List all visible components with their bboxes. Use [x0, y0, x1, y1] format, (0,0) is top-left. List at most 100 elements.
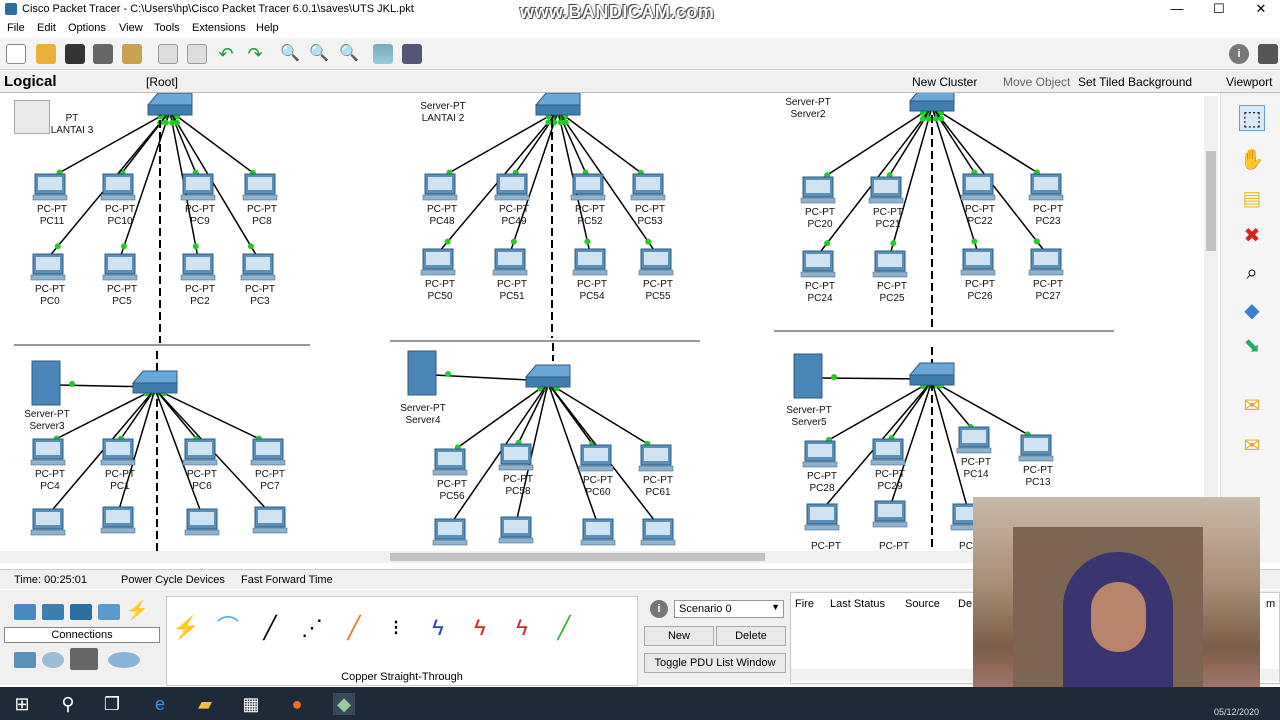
pc-device[interactable] [100, 173, 136, 201]
pc-device[interactable] [802, 440, 838, 468]
network-info-icon[interactable] [1258, 44, 1278, 64]
pc-device[interactable] [100, 506, 136, 534]
horizontal-scroll-thumb[interactable] [390, 553, 765, 561]
file-explorer-icon[interactable]: ▰ [194, 693, 216, 715]
zoom-in-icon[interactable]: 🔍 [280, 44, 300, 64]
pc-device[interactable] [494, 173, 530, 201]
column-fire[interactable]: Fire [795, 598, 814, 610]
pc-device[interactable] [578, 444, 614, 472]
pc-device[interactable] [250, 438, 286, 466]
network-topology[interactable]: PTLANTAI 3PC-PTPC11PC-PTPC10PC-PTPC9PC-P… [0, 93, 1220, 551]
phone-cable-icon[interactable]: ⁝ [379, 611, 413, 645]
logical-workspace[interactable]: PT LANTAI 3 PC-PT PC11 PC-PT PC10 PC-PT PC9 PC-P… [0, 93, 1220, 551]
vertical-scroll-thumb[interactable] [1206, 151, 1216, 251]
pc-device[interactable] [640, 518, 676, 546]
column-partial[interactable]: m [1266, 598, 1275, 610]
logical-tab[interactable]: Logical [4, 73, 57, 90]
draw-shape-icon[interactable]: ◆ [1239, 298, 1265, 324]
pc-device[interactable] [570, 173, 606, 201]
custom-devices-category-icon[interactable] [70, 648, 98, 670]
end-devices-category-icon[interactable] [14, 652, 36, 668]
root-breadcrumb[interactable]: [Root] [146, 75, 178, 89]
routers-category-icon[interactable] [14, 604, 36, 620]
delete-scenario-button[interactable]: Delete [716, 626, 786, 646]
pc-device[interactable] [32, 173, 68, 201]
fiber-cable-icon[interactable]: ╱ [337, 611, 371, 645]
paste-icon[interactable] [187, 44, 207, 64]
pc-device[interactable] [180, 173, 216, 201]
pc-device[interactable] [422, 173, 458, 201]
coaxial-cable-icon[interactable]: ϟ [421, 611, 455, 645]
pc-device[interactable] [868, 176, 904, 204]
fast-forward-button[interactable]: Fast Forward Time [241, 574, 333, 586]
menu-edit[interactable]: Edit [37, 22, 56, 34]
drawing-palette-icon[interactable] [373, 44, 393, 64]
pc-device[interactable] [240, 253, 276, 281]
pc-device[interactable] [180, 253, 216, 281]
pc-device[interactable] [242, 173, 278, 201]
menu-options[interactable]: Options [68, 22, 106, 34]
menu-file[interactable]: File [7, 22, 25, 34]
scenario-select[interactable]: Scenario 0 ▼ [674, 600, 784, 618]
pc-device[interactable] [960, 173, 996, 201]
store-icon[interactable]: ▦ [240, 693, 262, 715]
pc-device[interactable] [1028, 248, 1064, 276]
custom-devices-icon[interactable] [402, 44, 422, 64]
place-note-icon[interactable]: ▤ [1239, 186, 1265, 212]
toggle-pdu-list-button[interactable]: Toggle PDU List Window [644, 653, 786, 673]
copper-straight-through-icon[interactable]: ╱ [253, 611, 287, 645]
close-button[interactable]: ✕ [1238, 0, 1280, 19]
print-icon[interactable] [93, 44, 113, 64]
pc-device[interactable] [30, 508, 66, 536]
pc-device[interactable] [1028, 173, 1064, 201]
pc-device[interactable] [872, 500, 908, 528]
add-complex-pdu-icon[interactable]: ✉ [1239, 433, 1265, 459]
info-icon[interactable]: i [1229, 44, 1249, 64]
automatic-connection-icon[interactable]: ⚡ [169, 611, 203, 645]
menu-extensions[interactable]: Extensions [192, 22, 246, 34]
activity-wizard-icon[interactable] [122, 44, 142, 64]
pc-device[interactable] [420, 248, 456, 276]
pc-device[interactable] [580, 518, 616, 546]
console-cable-icon[interactable]: ⌒ [211, 611, 245, 645]
wan-emulation-category-icon[interactable] [42, 652, 64, 668]
search-icon[interactable]: ⚲ [57, 693, 79, 715]
hubs-category-icon[interactable] [70, 604, 92, 620]
undo-icon[interactable]: ↶ [216, 44, 236, 64]
menu-help[interactable]: Help [256, 22, 279, 34]
connections-category-icon[interactable]: ⚡ [126, 601, 148, 619]
serial-dce-icon[interactable]: ϟ [463, 611, 497, 645]
viewport-button[interactable]: Viewport [1226, 75, 1272, 89]
firefox-icon[interactable]: ● [286, 693, 308, 715]
set-tiled-background-button[interactable]: Set Tiled Background [1078, 75, 1192, 89]
cluster-icon[interactable] [14, 100, 50, 134]
resize-shape-icon[interactable]: ⬊ [1239, 333, 1265, 359]
pc-device[interactable] [30, 438, 66, 466]
zoom-reset-icon[interactable]: 🔍 [309, 44, 329, 64]
delete-icon[interactable]: ✖ [1239, 223, 1265, 249]
menu-tools[interactable]: Tools [154, 22, 180, 34]
connections-scrollbar[interactable] [167, 659, 637, 667]
add-simple-pdu-icon[interactable]: ✉ [1239, 393, 1265, 419]
zoom-out-icon[interactable]: 🔍 [339, 44, 359, 64]
copy-icon[interactable] [158, 44, 178, 64]
pc-device[interactable] [100, 438, 136, 466]
redo-icon[interactable]: ↷ [245, 44, 265, 64]
pc-device[interactable] [872, 250, 908, 278]
pc-device[interactable] [630, 173, 666, 201]
minimize-button[interactable]: — [1154, 0, 1200, 19]
new-scenario-button[interactable]: New [644, 626, 714, 646]
pc-device[interactable] [102, 253, 138, 281]
serial-dte-icon[interactable]: ϟ [505, 611, 539, 645]
copper-cross-over-icon[interactable]: ⋰ [295, 611, 329, 645]
select-tool-icon[interactable]: ⬚ [1239, 105, 1265, 131]
open-folder-icon[interactable] [36, 44, 56, 64]
save-icon[interactable] [65, 44, 85, 64]
pc-device[interactable] [800, 176, 836, 204]
power-cycle-button[interactable]: Power Cycle Devices [121, 574, 225, 586]
vertical-scrollbar[interactable] [1204, 96, 1218, 548]
pc-device[interactable] [184, 508, 220, 536]
scenario-info-icon[interactable]: i [650, 600, 668, 618]
octal-cable-icon[interactable]: ╱ [547, 611, 581, 645]
task-view-icon[interactable]: ❐ [101, 693, 123, 715]
